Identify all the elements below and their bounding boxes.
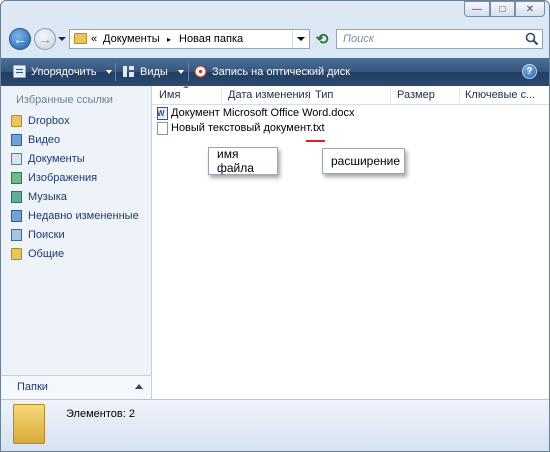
item-count: Элементов: 2 (66, 408, 135, 420)
word-document-icon (157, 106, 168, 120)
back-arrow-icon: ← (13, 31, 27, 47)
recent-icon (11, 210, 22, 222)
sort-ascending-icon (183, 85, 189, 88)
sidebar-item-label: Dropbox (28, 115, 70, 127)
maximize-button[interactable]: □ (490, 1, 515, 17)
views-button[interactable]: Виды (122, 65, 184, 78)
sidebar-item-label: Общие (28, 248, 65, 260)
sidebar-item-music[interactable]: Музыка (11, 188, 67, 206)
sidebar-item-label: Видео (28, 134, 61, 146)
file-row[interactable]: Новый текстовый документ.txt (157, 121, 325, 135)
extension-underline (306, 140, 325, 142)
explorer-window: — □ ✕ ← → « Документы ▸ Новая папка ⟲ По… (0, 0, 550, 452)
navigation-pane: Избранные ссылки Dropbox Видео Документы… (1, 86, 152, 399)
navigation-row: ← → « Документы ▸ Новая папка ⟲ Поиск (1, 23, 549, 57)
filename-callout: имя файла (208, 147, 278, 175)
help-icon[interactable]: ? (522, 64, 537, 79)
file-row[interactable]: Документ Microsoft Office Word.docx (157, 106, 355, 120)
recent-pages-dropdown[interactable] (58, 37, 66, 41)
burn-disc-label: Запись на оптический диск (212, 65, 351, 78)
breadcrumb-documents[interactable]: Документы (103, 33, 160, 45)
documents-icon (11, 153, 22, 165)
extension-callout: расширение (322, 148, 405, 174)
searches-icon (11, 229, 22, 241)
sidebar-item-public[interactable]: Общие (11, 245, 64, 263)
column-type[interactable]: Тип (315, 89, 333, 101)
organize-label: Упорядочить (31, 65, 97, 78)
sidebar-item-label: Изображения (28, 172, 98, 184)
search-icon[interactable] (525, 32, 539, 46)
search-placeholder: Поиск (343, 33, 374, 45)
organize-dropdown-icon (106, 69, 113, 74)
column-header-row: Имя Дата изменения Тип Размер Ключевые с… (152, 85, 549, 105)
text-file-icon (157, 121, 168, 135)
folders-label: Папки (17, 381, 48, 393)
column-date-modified[interactable]: Дата изменения (228, 89, 311, 101)
sidebar-item-label: Недавно измененные (28, 210, 139, 222)
chevron-up-icon (135, 384, 143, 389)
forward-button[interactable]: → (34, 28, 56, 50)
sidebar-item-label: Документы (28, 153, 85, 165)
folders-toggle[interactable]: Папки (1, 375, 151, 399)
sidebar-item-label: Поиски (28, 229, 65, 241)
refresh-button[interactable]: ⟲ (312, 29, 332, 49)
refresh-icon: ⟲ (315, 31, 329, 48)
column-divider[interactable] (459, 88, 460, 103)
views-icon (123, 66, 134, 77)
sidebar-item-recent[interactable]: Недавно измененные (11, 207, 139, 225)
address-bar[interactable]: « Документы ▸ Новая папка (69, 29, 310, 49)
search-input[interactable]: Поиск (336, 29, 543, 49)
views-label: Виды (140, 65, 168, 78)
sidebar-item-label: Музыка (28, 191, 67, 203)
views-dropdown-icon (177, 69, 184, 74)
close-button[interactable]: ✕ (515, 1, 545, 17)
organize-button[interactable]: Упорядочить (13, 65, 113, 78)
column-divider[interactable] (221, 88, 222, 103)
toolbar-divider (115, 63, 116, 81)
details-pane: Элементов: 2 (1, 399, 549, 451)
breadcrumb-new-folder[interactable]: Новая папка (179, 33, 243, 45)
column-divider[interactable] (390, 88, 391, 103)
folder-icon (74, 33, 87, 44)
public-folder-icon (11, 248, 22, 260)
column-name[interactable]: Имя (159, 89, 180, 101)
file-name: Документ Microsoft Office Word.docx (171, 107, 355, 119)
file-list: Имя Дата изменения Тип Размер Ключевые с… (152, 85, 549, 399)
file-name: Новый текстовый документ.txt (171, 122, 325, 134)
music-icon (11, 191, 22, 203)
disc-burn-icon (194, 65, 207, 78)
burn-disc-button[interactable]: Запись на оптический диск (194, 65, 350, 78)
forward-arrow-icon: → (38, 31, 52, 47)
favorite-links-heading: Избранные ссылки (16, 94, 113, 106)
sidebar-item-dropbox[interactable]: Dropbox (11, 112, 70, 130)
column-divider[interactable] (308, 88, 309, 103)
sidebar-item-video[interactable]: Видео (11, 131, 60, 149)
sidebar-item-searches[interactable]: Поиски (11, 226, 65, 244)
sidebar-item-pictures[interactable]: Изображения (11, 169, 97, 187)
sidebar-item-documents[interactable]: Документы (11, 150, 85, 168)
address-overflow[interactable]: « (91, 33, 97, 45)
video-icon (11, 134, 22, 146)
minimize-button[interactable]: — (464, 1, 490, 17)
pictures-icon (11, 172, 22, 184)
address-dropdown-button[interactable] (292, 30, 309, 48)
column-size[interactable]: Размер (397, 89, 435, 101)
column-keywords[interactable]: Ключевые с... (465, 89, 535, 101)
folder-icon (13, 404, 45, 444)
back-button[interactable]: ← (9, 28, 31, 50)
folder-icon (11, 115, 22, 127)
breadcrumb-separator[interactable]: ▸ (167, 35, 171, 44)
toolbar-divider (188, 63, 189, 81)
title-bar: — □ ✕ (1, 1, 549, 23)
command-toolbar: Упорядочить Виды Запись на оптический ди… (1, 58, 549, 86)
organize-icon (13, 65, 26, 78)
